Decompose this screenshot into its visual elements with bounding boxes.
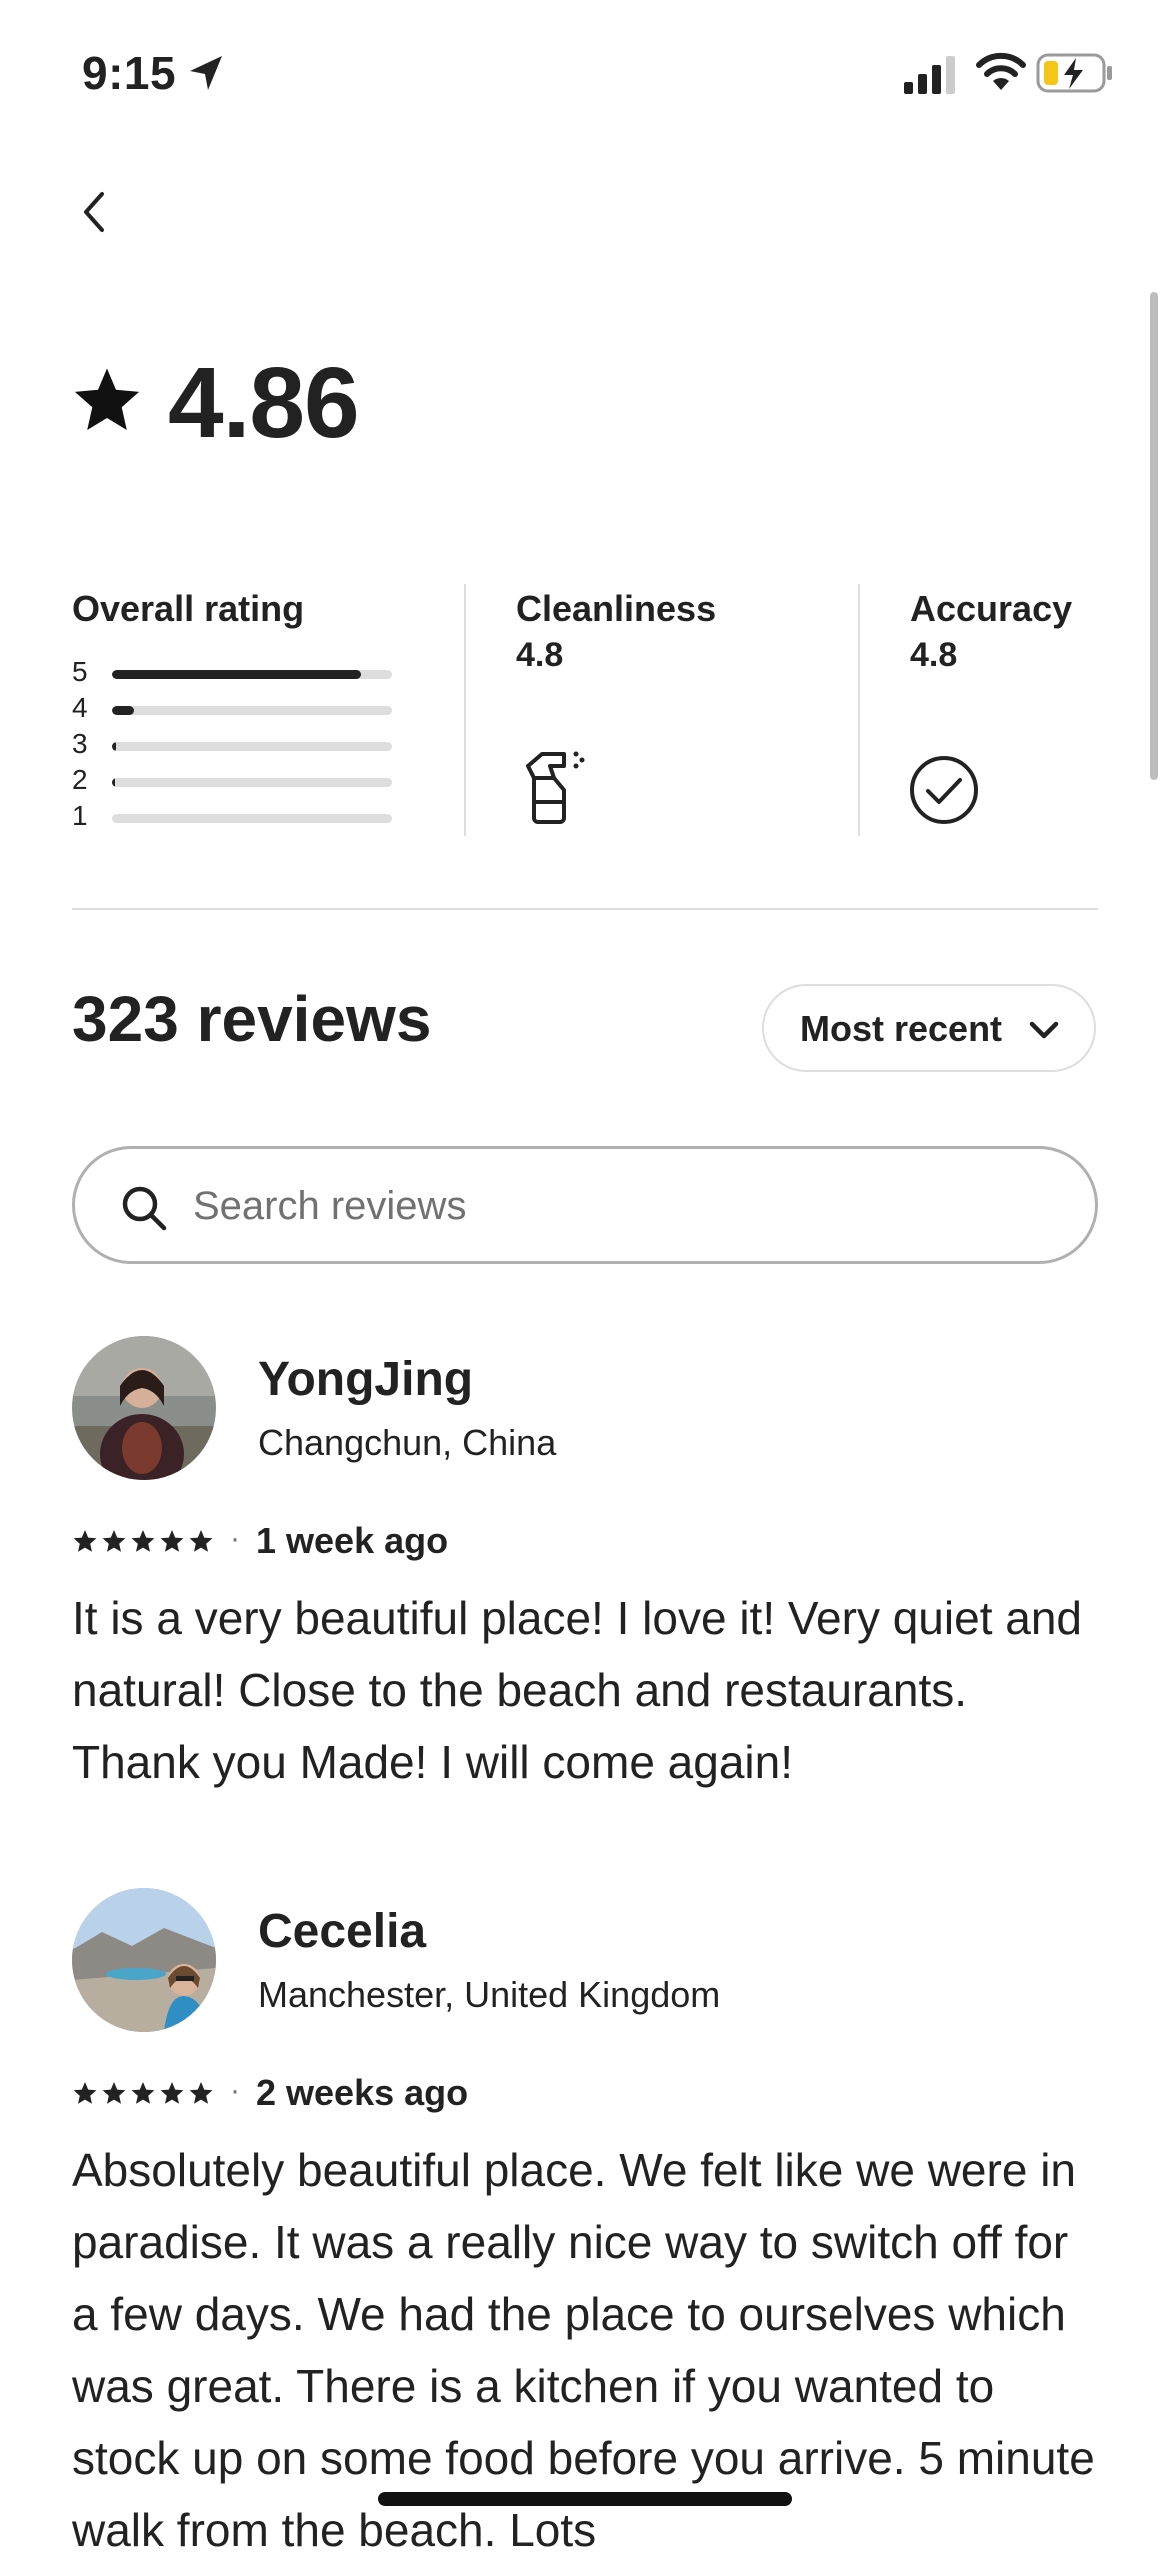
location-arrow-icon: [190, 56, 222, 90]
rating-bar-row: 3: [72, 728, 402, 762]
meta-separator: ·: [230, 2074, 240, 2107]
rating-bar-row: 1: [72, 800, 402, 834]
category-cleanliness-value: 4.8: [516, 636, 564, 674]
reviewer-location: Changchun, China: [258, 1422, 557, 1463]
check-circle-icon: [910, 756, 978, 824]
search-bar[interactable]: [72, 1146, 1098, 1264]
review-date: 2 weeks ago: [256, 2072, 469, 2113]
spray-bottle-icon: [526, 751, 585, 824]
review-date: 1 week ago: [256, 1520, 449, 1561]
section-divider: [72, 908, 1098, 910]
rating-bar-track: [112, 670, 392, 679]
rating-bar-track: [112, 814, 392, 823]
cellular-signal-icon: [904, 56, 955, 94]
divider: [858, 584, 860, 836]
rating-bar-label: 4: [72, 692, 88, 723]
status-time: 9:15: [82, 47, 177, 99]
category-accuracy-value: 4.8: [910, 636, 958, 674]
rating-bar-fill: [112, 670, 362, 679]
battery-charging-icon: [1036, 53, 1112, 93]
reviewer-name: YongJing: [258, 1353, 474, 1406]
scrollbar[interactable]: [1150, 292, 1158, 780]
category-accuracy-title: Accuracy: [910, 588, 1073, 629]
category-cleanliness-title: Cleanliness: [516, 588, 717, 629]
five-star-rating-icon: [73, 1530, 213, 1552]
overall-rating-title: Overall rating: [72, 588, 305, 629]
back-chevron-icon[interactable]: [72, 188, 120, 236]
avatar[interactable]: [72, 1888, 216, 2032]
rating-bar-fill: [112, 706, 135, 715]
rating-bar-label: 2: [72, 764, 88, 795]
sort-dropdown-label: Most recent: [800, 1008, 1003, 1049]
home-indicator: [378, 2492, 792, 2506]
rating-bar-row: 4: [72, 692, 402, 726]
rating-bar-row: 5: [72, 656, 402, 690]
review-text: It is a very beautiful place! I love it!…: [72, 1592, 1083, 1788]
divider: [464, 584, 466, 836]
rating-bar-label: 1: [72, 800, 88, 831]
reviews-count: 323 reviews: [72, 983, 432, 1055]
rating-bar-track: [112, 778, 392, 787]
sort-dropdown[interactable]: Most recent: [762, 984, 1096, 1072]
rating-bar-label: 3: [72, 728, 88, 759]
chevron-down-icon: [1029, 1021, 1059, 1039]
search-input[interactable]: [191, 1177, 1055, 1235]
reviewer-name: Cecelia: [258, 1905, 427, 1958]
rating-bar-label: 5: [72, 656, 88, 687]
star-icon: [74, 368, 140, 430]
overall-rating-value: 4.86: [168, 347, 360, 459]
rating-bar-track: [112, 706, 392, 715]
rating-bar-row: 2: [72, 764, 402, 798]
rating-bar-track: [112, 742, 392, 751]
wifi-icon: [976, 52, 1026, 90]
meta-separator: ·: [230, 1522, 240, 1555]
rating-bar-fill: [112, 742, 117, 751]
five-star-rating-icon: [73, 2082, 213, 2104]
search-icon: [122, 1186, 167, 1231]
avatar[interactable]: [72, 1336, 216, 1480]
reviewer-location: Manchester, United Kingdom: [258, 1974, 721, 2015]
rating-bar-fill: [112, 778, 115, 787]
